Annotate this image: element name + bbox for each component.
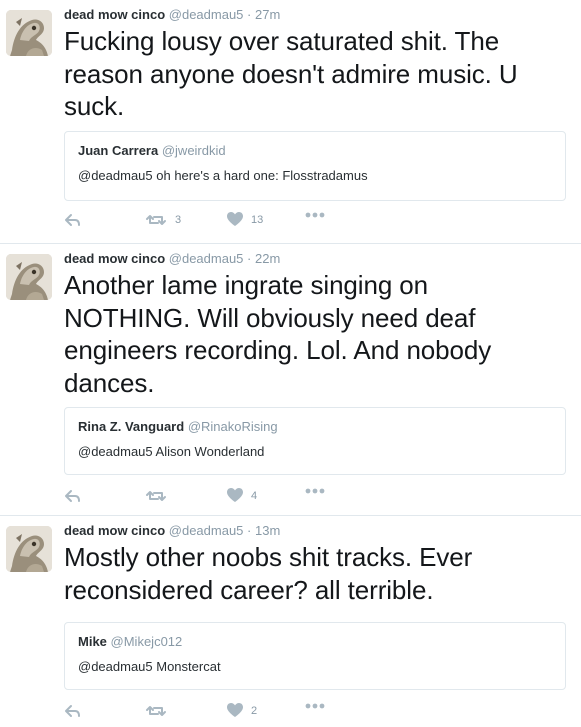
author-name[interactable]: dead mow cinco <box>64 523 165 538</box>
tweet[interactable]: dead mow cinco @deadmau5 · 22m Another l… <box>0 244 581 516</box>
tweet-actions: 3 13 <box>64 212 364 230</box>
avatar[interactable] <box>6 10 52 56</box>
retweet-count: 3 <box>175 214 182 226</box>
like-button[interactable]: 13 <box>227 212 263 227</box>
separator: · <box>247 523 252 538</box>
timestamp[interactable]: 22m <box>255 251 280 266</box>
tweet[interactable]: dead mow cinco @deadmau5 · 27m Fucking l… <box>0 0 581 244</box>
heart-icon <box>227 703 243 717</box>
like-button[interactable]: 2 <box>227 703 257 718</box>
tweet-header: dead mow cinco @deadmau5 · 22m <box>64 250 280 268</box>
quoted-author-name: Mike <box>78 634 107 649</box>
like-count: 4 <box>251 489 258 502</box>
reply-icon <box>65 490 80 502</box>
timestamp[interactable]: 27m <box>255 7 280 22</box>
tweet-actions: 2 <box>64 703 364 721</box>
quoted-author-handle: @jweirdkid <box>161 143 226 158</box>
quoted-tweet[interactable]: Rina Z. Vanguard @RinakoRising @deadmau5… <box>64 407 566 475</box>
quoted-header: Juan Carrera @jweirdkid <box>78 143 226 158</box>
quoted-tweet[interactable]: Mike @Mikejc012 @deadmau5 Monstercat <box>64 622 566 690</box>
quoted-tweet[interactable]: Juan Carrera @jweirdkid @deadmau5 oh her… <box>64 131 566 201</box>
reply-button[interactable] <box>64 212 82 228</box>
retweet-icon <box>146 215 166 225</box>
more-button[interactable] <box>305 212 325 218</box>
quoted-author-name: Juan Carrera <box>78 143 159 158</box>
retweet-icon <box>146 706 166 716</box>
separator: · <box>247 7 252 22</box>
quoted-author-name: Rina Z. Vanguard <box>78 419 185 434</box>
timestamp[interactable]: 13m <box>255 523 280 538</box>
reply-icon <box>65 705 80 717</box>
like-button[interactable]: 4 <box>227 488 257 503</box>
like-count: 13 <box>251 213 264 226</box>
author-name[interactable]: dead mow cinco <box>64 7 165 22</box>
tweet-header: dead mow cinco @deadmau5 · 27m <box>64 6 280 24</box>
author-handle[interactable]: @deadmau5 <box>169 523 244 538</box>
tweet-text: Mostly other noobs shit tracks. Ever rec… <box>64 542 473 605</box>
retweet-button[interactable] <box>145 488 175 504</box>
avatar-image <box>6 10 52 56</box>
retweet-button[interactable]: 3 <box>145 212 181 228</box>
tweet-actions: 4 <box>64 488 364 506</box>
more-button[interactable] <box>305 488 325 494</box>
author-handle[interactable]: @deadmau5 <box>169 251 244 266</box>
separator: · <box>247 251 252 266</box>
more-button[interactable] <box>305 703 325 709</box>
reply-icon <box>65 214 80 226</box>
quoted-author-handle: @Mikejc012 <box>110 634 183 649</box>
avatar[interactable] <box>6 254 52 300</box>
author-name[interactable]: dead mow cinco <box>64 251 165 266</box>
tweet-text: Another lame ingrate singing on NOTHING.… <box>64 270 492 398</box>
like-count: 2 <box>251 704 258 717</box>
quoted-text: @deadmau5 oh here's a hard one: Flosstra… <box>78 168 368 183</box>
more-icon <box>305 703 325 709</box>
reply-button[interactable] <box>64 488 82 504</box>
heart-icon <box>227 212 243 226</box>
avatar-image <box>6 254 52 300</box>
author-handle[interactable]: @deadmau5 <box>169 7 244 22</box>
retweet-icon <box>146 491 166 501</box>
quoted-author-handle: @RinakoRising <box>187 419 278 434</box>
quoted-header: Rina Z. Vanguard @RinakoRising <box>78 419 278 434</box>
retweet-button[interactable] <box>145 703 175 719</box>
tweet-text: Fucking lousy over saturated shit. The r… <box>64 26 518 121</box>
more-icon <box>305 212 325 218</box>
avatar-image <box>6 526 52 572</box>
quoted-text: @deadmau5 Alison Wonderland <box>78 444 265 459</box>
reply-button[interactable] <box>64 703 82 719</box>
quoted-header: Mike @Mikejc012 <box>78 634 182 649</box>
quoted-text: @deadmau5 Monstercat <box>78 659 221 674</box>
heart-icon <box>227 488 243 502</box>
avatar[interactable] <box>6 526 52 572</box>
tweet[interactable]: dead mow cinco @deadmau5 · 13m Mostly ot… <box>0 516 581 727</box>
tweet-header: dead mow cinco @deadmau5 · 13m <box>64 522 280 540</box>
more-icon <box>305 488 325 494</box>
